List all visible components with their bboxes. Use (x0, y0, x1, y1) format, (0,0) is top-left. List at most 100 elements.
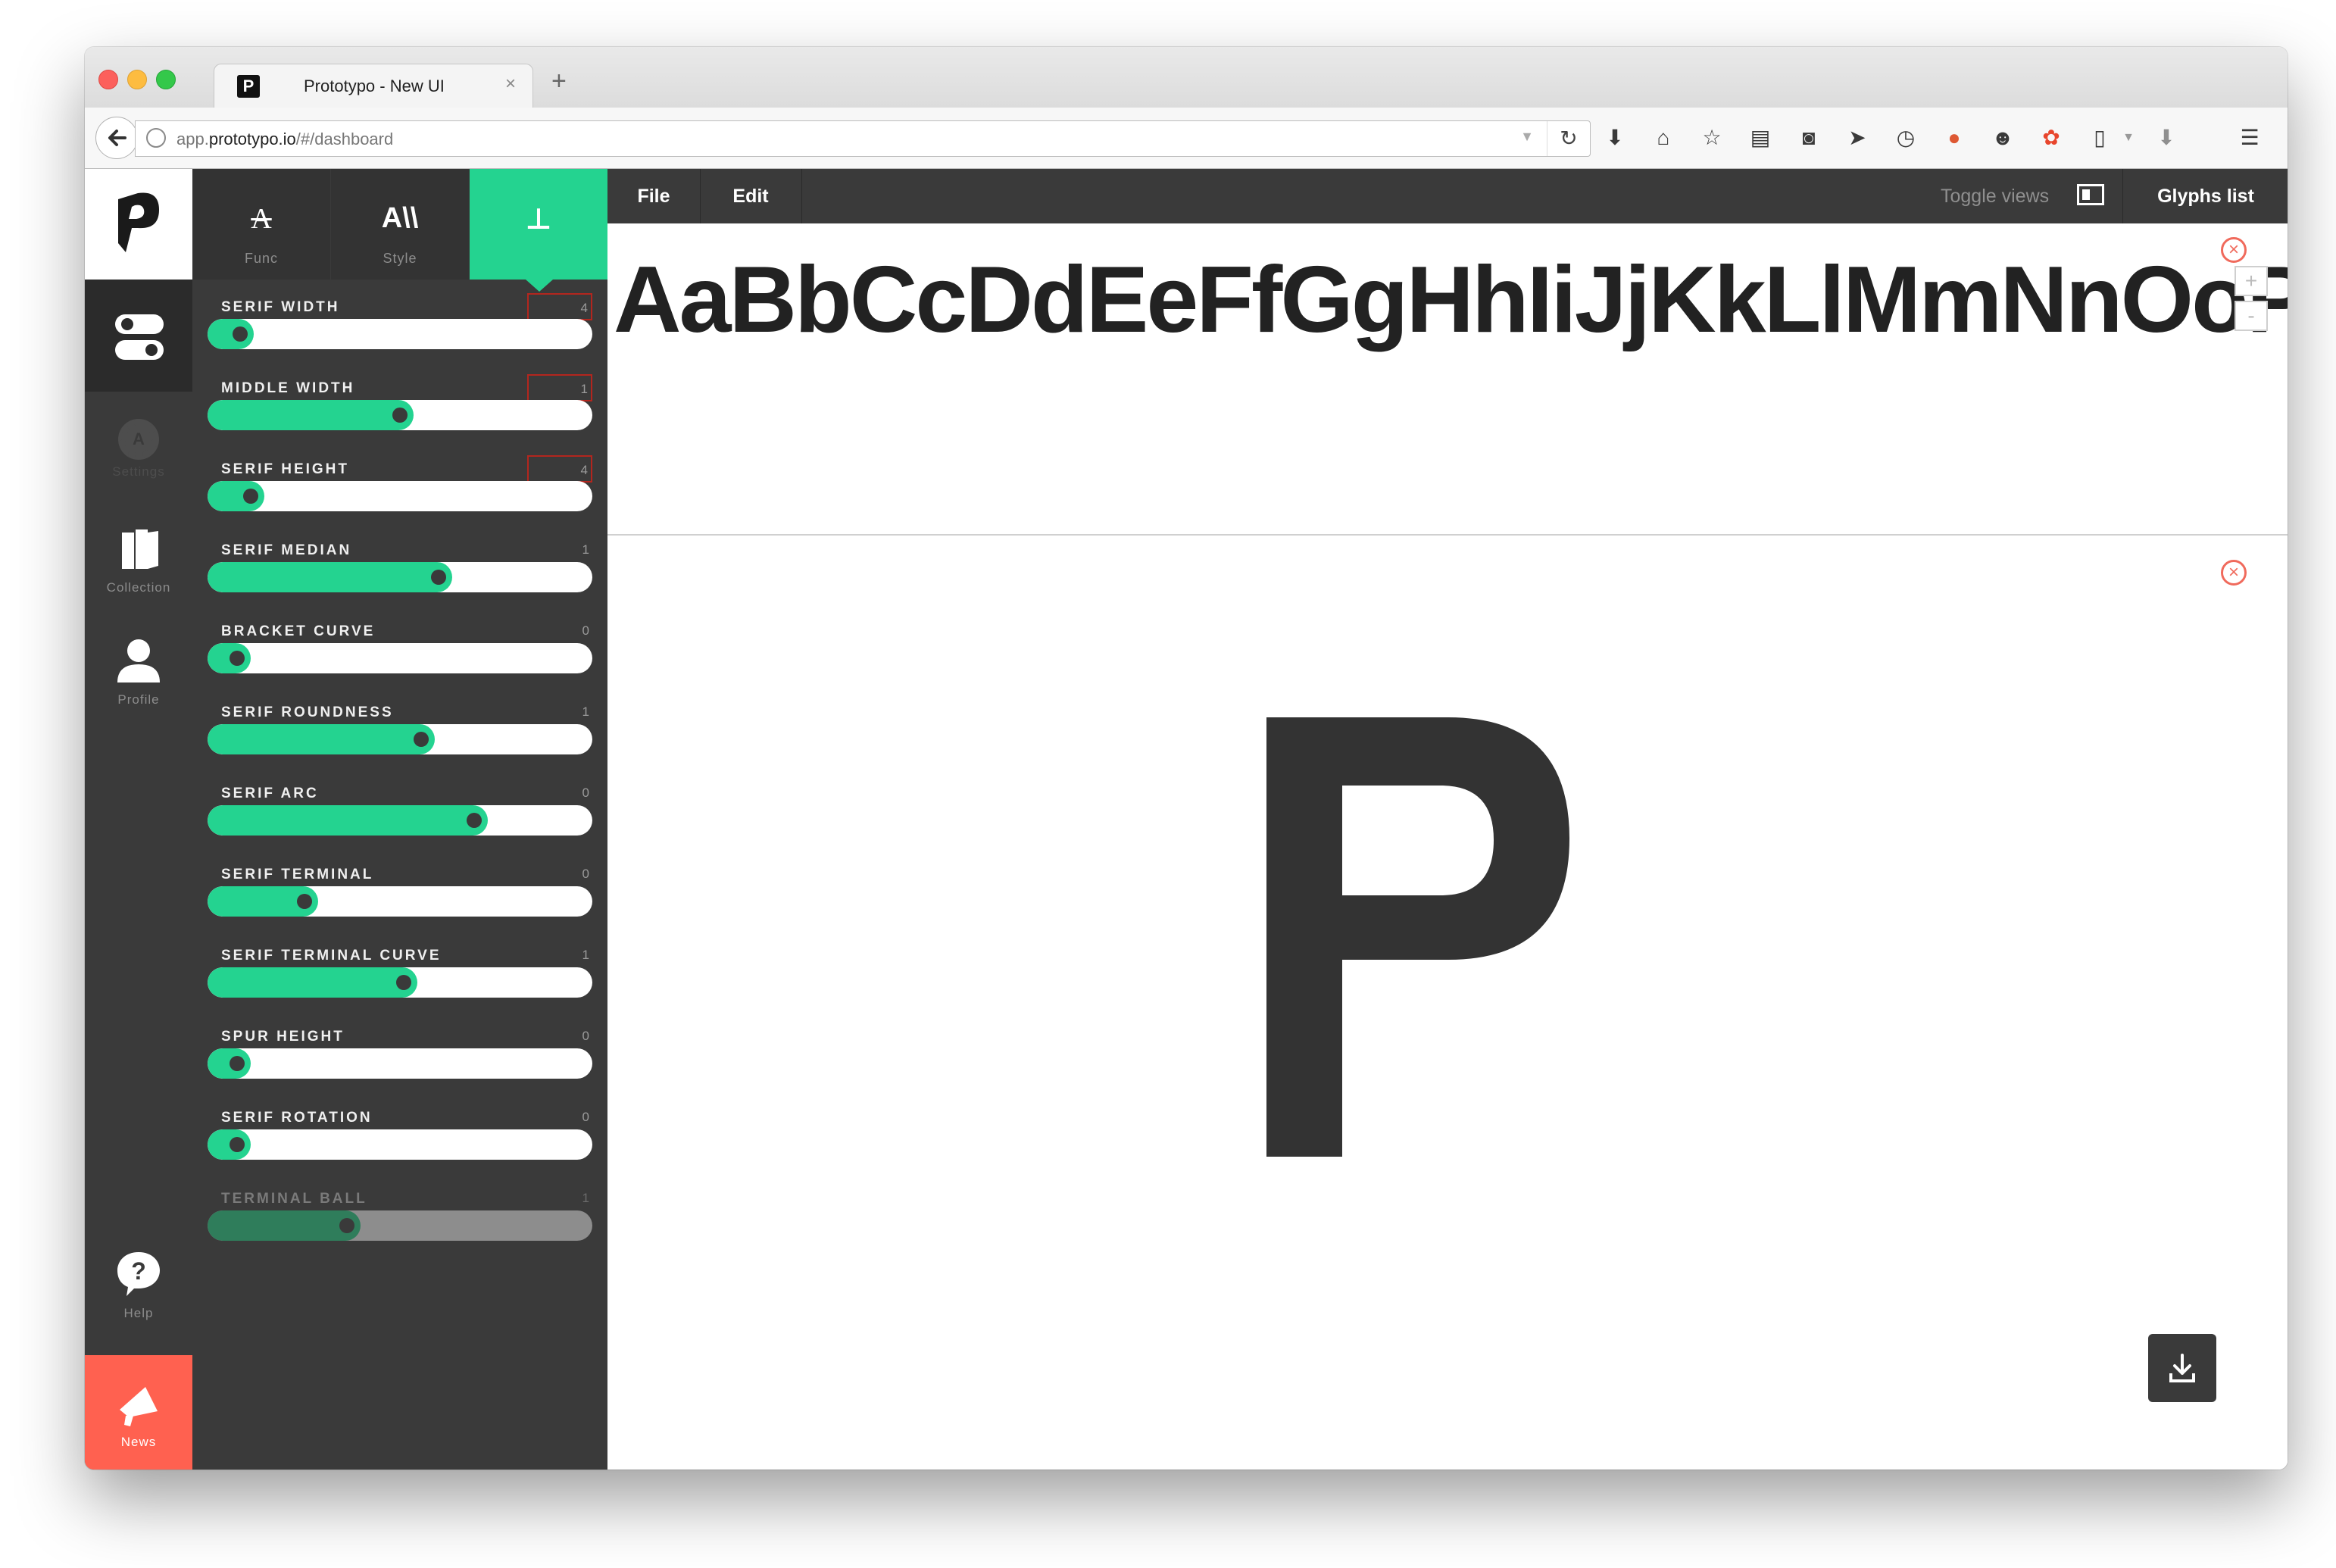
slider-track[interactable] (208, 1210, 592, 1241)
nav-help[interactable]: ? Help (85, 1249, 192, 1321)
slider-bracket-curve[interactable]: BRACKET CURVE 0 (208, 623, 592, 699)
slider-handle[interactable] (339, 1218, 354, 1233)
prototypo-logo-icon (118, 192, 159, 252)
text-view[interactable]: AaBbCcDdEeFfGgHhIiJjKkLlMmNnOoP × + - (607, 223, 2288, 536)
slider-value[interactable]: 1 (527, 536, 592, 564)
slider-handle[interactable] (229, 1137, 245, 1152)
history-icon[interactable]: ◷ (1892, 124, 1919, 151)
slider-serif-terminal[interactable]: SERIF TERMINAL 0 (208, 867, 592, 942)
hamburger-menu-icon[interactable]: ☰ (2236, 124, 2263, 151)
home-icon[interactable]: ⌂ (1650, 124, 1677, 151)
slider-value[interactable]: 1 (527, 374, 592, 401)
reading-list-icon[interactable]: ▤ (1747, 124, 1774, 151)
nav-profile[interactable]: Profile (85, 637, 192, 707)
slider-serif-terminal-curve[interactable]: SERIF TERMINAL CURVE 1 (208, 948, 592, 1023)
close-text-view-icon[interactable]: × (2221, 237, 2247, 263)
slider-handle[interactable] (296, 894, 312, 909)
nav-collection[interactable]: Collection (85, 525, 192, 595)
download-arrow-icon[interactable]: ⬇ (1601, 124, 1629, 151)
send-icon[interactable]: ➤ (1844, 124, 1871, 151)
tab-func[interactable]: A Func (192, 169, 330, 280)
slider-track[interactable] (208, 319, 592, 349)
slider-serif-median[interactable]: SERIF MEDIAN 1 (208, 542, 592, 618)
slider-handle[interactable] (229, 1056, 245, 1071)
new-tab-button[interactable]: + (551, 68, 567, 94)
duckduckgo-icon[interactable]: ● (1941, 124, 1968, 151)
nav-settings[interactable]: A Settings (85, 419, 192, 479)
slider-value[interactable]: 1 (527, 1185, 592, 1212)
sample-text[interactable]: AaBbCcDdEeFfGgHhIiJjKkLlMmNnOoP (614, 246, 2288, 354)
slider-serif-width[interactable]: SERIF WIDTH 4 (208, 293, 592, 375)
slider-track[interactable] (208, 805, 592, 836)
slider-value[interactable]: 0 (527, 1023, 592, 1050)
prototypo-logo[interactable] (85, 169, 192, 280)
slider-handle[interactable] (395, 975, 411, 990)
back-button[interactable] (95, 117, 138, 159)
slider-handle[interactable] (229, 651, 245, 666)
slider-serif-height[interactable]: SERIF HEIGHT 4 (208, 455, 592, 537)
slider-value[interactable]: 4 (527, 455, 592, 483)
slider-serif-arc[interactable]: SERIF ARC 0 (208, 786, 592, 861)
glyphs-list-button[interactable]: Glyphs list (2122, 169, 2288, 223)
close-window-button[interactable] (98, 70, 118, 89)
downloads-icon[interactable]: ⬇ (2153, 124, 2180, 151)
slider-handle[interactable] (392, 408, 408, 423)
slider-terminal-ball: TERMINAL BALL 1 (208, 1191, 592, 1267)
serif-icon: ⊥ (525, 204, 552, 236)
menu-file[interactable]: File (607, 169, 701, 223)
clipboard-dropdown-icon[interactable]: ▼ (2115, 124, 2142, 151)
bookmark-star-icon[interactable]: ☆ (1698, 124, 1725, 151)
zoom-window-button[interactable] (156, 70, 176, 89)
slider-value[interactable]: 0 (527, 1104, 592, 1131)
slider-track[interactable] (208, 400, 592, 430)
slider-track[interactable] (208, 967, 592, 998)
slider-track[interactable] (208, 886, 592, 917)
zoom-in-button[interactable]: + (2235, 266, 2268, 296)
browser-tab[interactable]: P Prototypo - New UI × (214, 64, 533, 108)
chat-icon[interactable]: ☻ (1989, 124, 2016, 151)
slider-value[interactable]: 1 (527, 698, 592, 726)
slider-track[interactable] (208, 1129, 592, 1160)
slider-label: TERMINAL BALL (221, 1191, 367, 1207)
toggle-views-icon[interactable] (2077, 184, 2104, 205)
slider-serif-rotation[interactable]: SERIF ROTATION 0 (208, 1110, 592, 1185)
globe-icon (146, 128, 166, 148)
pocket-icon[interactable]: ◙ (1795, 124, 1822, 151)
close-glyph-view-icon[interactable]: × (2221, 560, 2247, 586)
url-bar[interactable]: app.prototypo.io/#/dashboard ▼ ↻ (135, 120, 1591, 157)
slider-track[interactable] (208, 724, 592, 754)
menu-edit[interactable]: Edit (700, 169, 802, 223)
slider-value[interactable]: 4 (527, 293, 592, 320)
tab-style[interactable]: A\\ Style (331, 169, 469, 280)
slider-value[interactable]: 1 (527, 942, 592, 969)
slider-value[interactable]: 0 (527, 779, 592, 807)
slider-track[interactable] (208, 1048, 592, 1079)
slider-fill (208, 400, 414, 430)
color-picker-icon[interactable]: ✿ (2038, 124, 2065, 151)
slider-serif-roundness[interactable]: SERIF ROUNDNESS 1 (208, 704, 592, 780)
slider-value[interactable]: 0 (527, 617, 592, 645)
slider-track[interactable] (208, 562, 592, 592)
svg-text:?: ? (131, 1257, 146, 1285)
url-text[interactable]: app.prototypo.io/#/dashboard (176, 130, 393, 149)
slider-middle-width[interactable]: MIDDLE WIDTH 1 (208, 374, 592, 456)
slider-handle[interactable] (414, 732, 429, 747)
slider-track[interactable] (208, 643, 592, 673)
slider-track[interactable] (208, 481, 592, 511)
slider-spur-height[interactable]: SPUR HEIGHT 0 (208, 1029, 592, 1104)
url-dropdown-icon[interactable]: ▼ (1520, 129, 1534, 145)
clipboard-icon[interactable]: ▯ (2086, 124, 2113, 151)
slider-label: MIDDLE WIDTH (221, 380, 355, 396)
style-icon: A\\ (381, 202, 419, 234)
back-arrow-icon (108, 130, 126, 146)
nav-news[interactable]: News (85, 1355, 192, 1470)
tab-serif[interactable]: ⊥ (470, 169, 607, 292)
toggle-views-label[interactable]: Toggle views (1941, 169, 2049, 223)
tab-close-icon[interactable]: × (505, 73, 516, 95)
glyph-view[interactable]: × P (607, 536, 2288, 1470)
minimize-window-button[interactable] (127, 70, 147, 89)
zoom-out-button[interactable]: - (2235, 301, 2268, 331)
reload-icon[interactable]: ↻ (1547, 121, 1590, 156)
export-button[interactable] (2148, 1334, 2216, 1402)
slider-value[interactable]: 0 (527, 861, 592, 888)
